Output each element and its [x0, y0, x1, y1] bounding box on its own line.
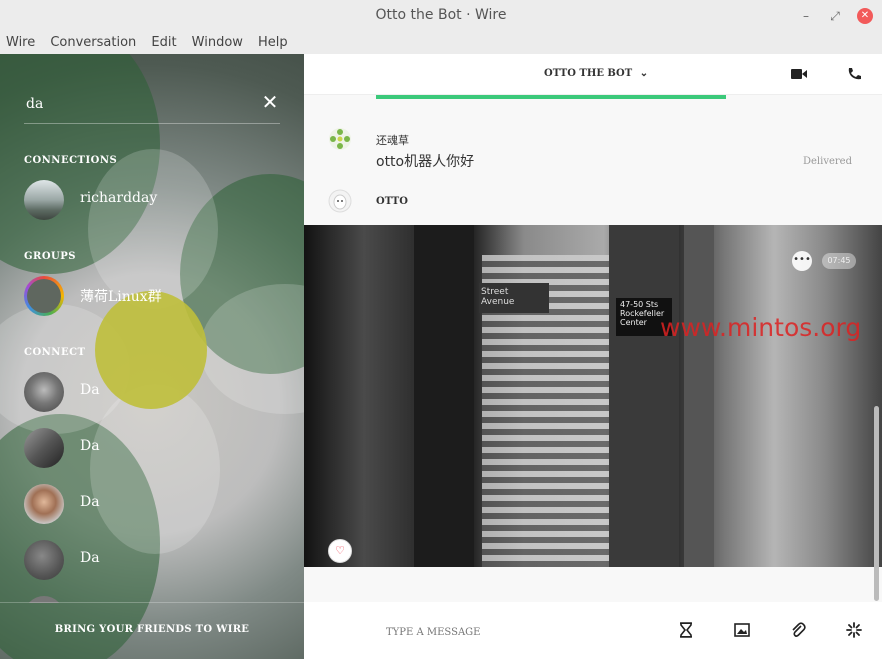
conversation-title-text: OTTO THE BOT [544, 68, 633, 79]
suggestion-item[interactable]: Da [24, 540, 284, 580]
message-sender: 还魂草 [376, 134, 409, 147]
upload-progress-bar [376, 95, 726, 99]
message-input[interactable] [384, 622, 648, 642]
composer [304, 602, 882, 659]
suggestion-item[interactable]: Da [24, 428, 284, 468]
suggestion-item[interactable]: Da [24, 484, 284, 524]
search-row: ✕ [24, 92, 280, 124]
message-status: Delivered [803, 156, 852, 167]
suggestion-name: Da [80, 494, 100, 510]
avatar [24, 180, 64, 220]
invite-label: BRING YOUR FRIENDS TO WIRE [54, 624, 250, 635]
bot-avatar[interactable] [328, 189, 352, 213]
upload-progress-fill [376, 95, 726, 99]
menu-conversation[interactable]: Conversation [50, 32, 136, 54]
sender-avatar[interactable] [328, 127, 352, 151]
photo-watermark: www.mintos.org [660, 313, 862, 342]
group-name: 薄荷Linux群 [80, 289, 162, 305]
avatar [24, 428, 64, 468]
conversation-panel: OTTO THE BOT ⌄ 还魂草 otto机器人你好 Delivered O… [304, 54, 882, 659]
invite-button[interactable]: BRING YOUR FRIENDS TO WIRE [0, 602, 304, 659]
avatar [24, 372, 64, 412]
more-options-icon[interactable]: ••• [792, 251, 812, 271]
photo-pillar [414, 225, 474, 567]
scrollbar[interactable] [874, 406, 879, 601]
section-connections: CONNECTIONS [24, 155, 118, 166]
video-call-icon[interactable] [790, 66, 808, 82]
group-item[interactable]: 薄荷Linux群 [24, 276, 284, 316]
menu-edit[interactable]: Edit [151, 32, 176, 54]
suggestion-name: Da [80, 382, 100, 398]
sidebar: ✕ CONNECTIONS richardday GROUPS 薄荷Linux群… [0, 54, 304, 659]
group-avatar-icon [24, 276, 64, 316]
avatar [24, 540, 64, 580]
image-message[interactable]: Street Avenue 47-50 Sts Rockefeller Cent… [304, 225, 882, 567]
restore-icon[interactable]: ⤢ [827, 8, 843, 24]
phone-icon[interactable] [846, 66, 864, 82]
timer-icon[interactable] [678, 622, 694, 638]
contact-item[interactable]: richardday [24, 180, 284, 220]
menu-help[interactable]: Help [258, 32, 288, 54]
image-icon[interactable] [734, 622, 750, 638]
suggestion-item[interactable]: Da [24, 372, 284, 412]
bot-name: OTTO [376, 196, 408, 207]
photo-street-sign: Street Avenue [479, 283, 549, 313]
ping-icon[interactable] [846, 622, 862, 638]
message-text: otto机器人你好 [376, 154, 475, 170]
attachment-icon[interactable] [790, 622, 806, 638]
contact-name: richardday [80, 190, 158, 206]
menu-window[interactable]: Window [192, 32, 243, 54]
message-timestamp: 07:45 [822, 253, 856, 269]
chevron-down-icon: ⌄ [639, 68, 649, 79]
minimize-icon[interactable]: – [798, 8, 814, 24]
title-bar: Otto the Bot · Wire – ⤢ ✕ [0, 0, 882, 32]
photo-pillar [609, 225, 679, 567]
close-icon[interactable]: ✕ [260, 92, 280, 112]
section-connect: CONNECT [24, 347, 86, 358]
search-input[interactable] [24, 92, 248, 116]
close-window-icon[interactable]: ✕ [857, 8, 873, 24]
menu-wire[interactable]: Wire [6, 32, 35, 54]
avatar [24, 484, 64, 524]
suggestion-name: Da [80, 438, 100, 454]
window-title: Otto the Bot · Wire [375, 7, 507, 23]
section-groups: GROUPS [24, 251, 77, 262]
menu-bar: Wire Conversation Edit Window Help [0, 31, 882, 54]
conversation-title[interactable]: OTTO THE BOT ⌄ [544, 68, 648, 79]
photo-pillar [684, 225, 714, 567]
like-heart-icon[interactable]: ♡ [328, 539, 352, 563]
conversation-header: OTTO THE BOT ⌄ [304, 54, 882, 95]
suggestion-name: Da [80, 550, 100, 566]
